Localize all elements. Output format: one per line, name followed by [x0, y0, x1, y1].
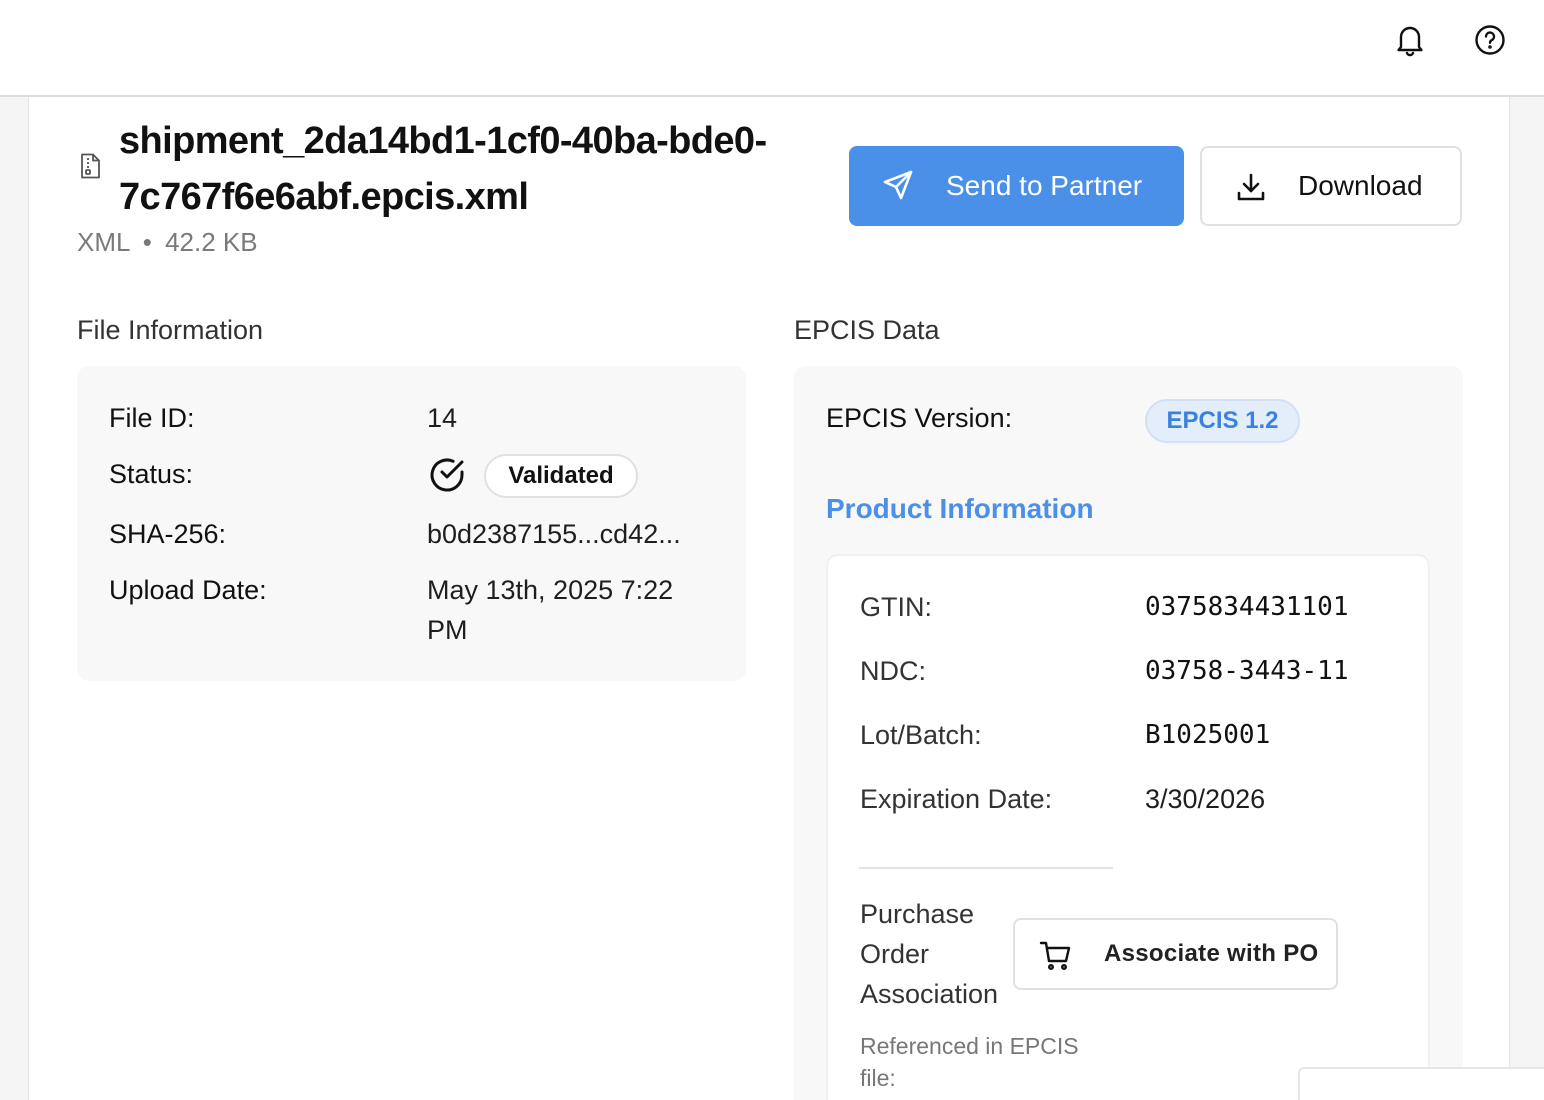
- product-information-card: [826, 554, 1430, 1100]
- file-id-label: File ID:: [109, 403, 195, 433]
- file-type: XML: [77, 227, 130, 257]
- gtin-value: 0375834431101: [1145, 592, 1349, 622]
- top-bar: [0, 0, 1544, 97]
- epcis-version-label: EPCIS Version:: [826, 403, 1013, 433]
- sha-label: SHA-256:: [109, 519, 227, 549]
- referenced-note: Referenced in EPCIS file:: [860, 1033, 1079, 1091]
- gtin-label: GTIN:: [860, 592, 932, 622]
- product-information-heading: Product Information: [826, 493, 1094, 524]
- upload-date-value: May 13th, 2025 7:22 PM: [427, 575, 674, 645]
- ndc-value: 03758-3443-11: [1145, 656, 1349, 686]
- file-meta: XML • 42.2 KB: [77, 227, 258, 257]
- download-icon: [1237, 173, 1265, 201]
- help-circle-icon: [1475, 25, 1505, 55]
- help-button[interactable]: [1470, 20, 1510, 60]
- expiration-date-value: 3/30/2026: [1145, 784, 1266, 814]
- send-to-partner-button[interactable]: Send to Partner: [849, 146, 1184, 226]
- lot-batch-value: B1025001: [1145, 720, 1271, 750]
- upload-date-label: Upload Date:: [109, 575, 267, 605]
- send-icon: [883, 170, 913, 200]
- file-size: 42.2 KB: [165, 227, 258, 257]
- purchase-order-association-label: Purchase Order Association: [860, 899, 999, 1009]
- divider: [859, 867, 1113, 869]
- associate-with-po-label: Associate with PO: [1104, 940, 1319, 967]
- meta-separator: •: [142, 227, 152, 257]
- status-label: Status:: [109, 459, 194, 489]
- sha-value: b0d2387155...cd42...: [427, 519, 681, 549]
- download-label: Download: [1298, 170, 1423, 201]
- ndc-label: NDC:: [860, 656, 926, 686]
- send-to-partner-label: Send to Partner: [946, 170, 1143, 201]
- check-circle-icon: [430, 458, 464, 492]
- file-detail-panel: shipment_2da14bd1-1cf0-40ba-bde0-7c767f6…: [28, 97, 1510, 1100]
- associate-with-po-button[interactable]: Associate with PO: [1013, 918, 1338, 990]
- notifications-button[interactable]: [1390, 20, 1430, 60]
- epcis-data-heading: EPCIS Data: [794, 315, 940, 345]
- overlay-edge: [1298, 1067, 1544, 1100]
- download-button[interactable]: Download: [1200, 146, 1462, 226]
- expiration-date-label: Expiration Date:: [860, 784, 1053, 814]
- file-title: shipment_2da14bd1-1cf0-40ba-bde0-7c767f6…: [119, 120, 767, 218]
- epcis-version-badge: EPCIS 1.2: [1145, 399, 1300, 443]
- file-id-value: 14: [427, 403, 458, 433]
- shopping-cart-icon: [1039, 941, 1071, 971]
- status-badge: Validated: [484, 454, 638, 498]
- bell-icon: [1397, 26, 1423, 57]
- file-information-heading: File Information: [77, 315, 264, 345]
- lot-batch-label: Lot/Batch:: [860, 720, 982, 750]
- file-archive-icon: [81, 153, 100, 179]
